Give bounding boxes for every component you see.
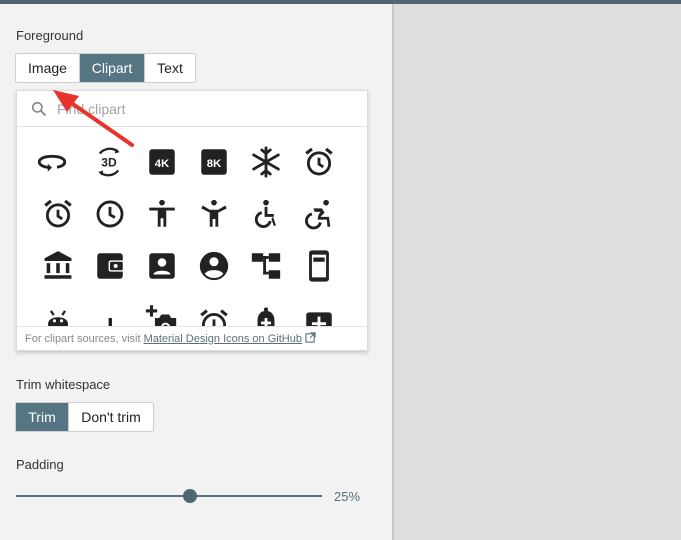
clipart-picker: 3D 4K 8K [16, 90, 368, 351]
clipart-sources-text: For clipart sources, visit [25, 333, 144, 345]
accessibility-new-icon[interactable] [197, 197, 231, 231]
svg-text:4K: 4K [155, 158, 170, 170]
clipart-search-bar [17, 91, 367, 127]
foreground-type-selector: Image Clipart Text [15, 53, 196, 83]
external-link-icon[interactable] [305, 332, 316, 343]
add-icon[interactable] [93, 301, 127, 326]
svg-text:8K: 8K [207, 158, 222, 170]
8k-icon[interactable]: 8K [197, 145, 231, 179]
clipart-icon-grid: 3D 4K 8K [17, 128, 367, 326]
access-alarm-icon[interactable] [302, 145, 336, 179]
ac-unit-icon[interactable] [249, 145, 283, 179]
add-alert-icon[interactable] [249, 301, 283, 326]
ad-units-icon[interactable] [302, 249, 336, 283]
360-icon[interactable] [35, 145, 69, 179]
material-icons-github-link[interactable]: Material Design Icons on GitHub [144, 333, 302, 345]
trim-whitespace-label: Trim whitespace [16, 377, 111, 392]
tab-text[interactable]: Text [145, 54, 195, 82]
svg-text:3D: 3D [101, 155, 117, 169]
add-alarm-icon[interactable] [197, 301, 231, 326]
padding-label: Padding [16, 457, 64, 472]
clipart-search-input[interactable] [57, 98, 347, 120]
accessibility-icon[interactable] [145, 197, 179, 231]
padding-slider-thumb[interactable] [183, 489, 198, 503]
tab-clipart[interactable]: Clipart [80, 54, 145, 82]
access-time-icon[interactable] [93, 197, 127, 231]
trim-selector: Trim Don't trim [15, 402, 154, 432]
dont-trim-button[interactable]: Don't trim [69, 403, 153, 431]
3d-rotation-icon[interactable]: 3D [92, 145, 126, 179]
add-box-icon[interactable] [302, 301, 336, 326]
4k-icon[interactable]: 4K [145, 145, 179, 179]
add-a-photo-icon[interactable] [145, 301, 179, 326]
padding-slider[interactable] [16, 486, 322, 506]
search-icon [31, 101, 46, 116]
clipart-sources-note: For clipart sources, visit Material Desi… [17, 326, 367, 350]
account-box-icon[interactable] [145, 249, 179, 283]
trim-button[interactable]: Trim [16, 403, 69, 431]
account-balance-icon[interactable] [41, 249, 75, 283]
account-tree-icon[interactable] [249, 249, 283, 283]
access-alarms-icon[interactable] [41, 197, 75, 231]
accessible-forward-icon[interactable] [302, 197, 336, 231]
tab-image[interactable]: Image [16, 54, 80, 82]
foreground-label: Foreground [16, 28, 84, 43]
padding-value: 25% [334, 489, 361, 504]
padding-slider-track[interactable] [16, 495, 322, 497]
account-circle-icon[interactable] [197, 249, 231, 283]
preview-area [394, 4, 681, 540]
accessible-icon[interactable] [249, 197, 283, 231]
account-balance-wallet-icon[interactable] [93, 249, 127, 283]
adb-icon[interactable] [41, 301, 75, 326]
